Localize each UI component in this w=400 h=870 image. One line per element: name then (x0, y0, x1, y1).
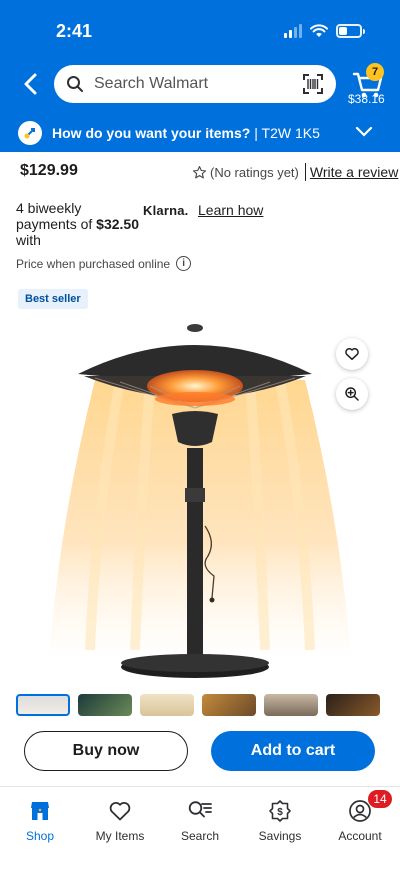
cart-count-badge: 7 (366, 63, 384, 81)
nav-savings[interactable]: $ Savings (240, 799, 320, 843)
search-placeholder: Search Walmart (94, 75, 209, 92)
nav-my-items[interactable]: My Items (80, 799, 160, 843)
thumbnail-5[interactable] (264, 694, 318, 716)
price-note: Price when purchased online i (16, 256, 192, 271)
status-bar: 2:41 (0, 0, 400, 52)
nav-search[interactable]: Search (160, 799, 240, 843)
info-icon[interactable]: i (176, 256, 192, 271)
star-outline-icon (192, 165, 207, 178)
heart-icon (109, 802, 131, 821)
bottom-nav: Shop My Items Search $ Savings Account (0, 786, 400, 870)
shop-icon (31, 802, 49, 820)
thumbnail-6[interactable] (326, 694, 380, 716)
delivery-prompt: How do you want your items? | T2W 1K5 (52, 125, 320, 141)
heart-icon (345, 348, 359, 361)
search-input[interactable]: Search Walmart (54, 65, 336, 103)
buy-now-button[interactable]: Buy now (24, 731, 188, 771)
rating-text: (No ratings yet) (210, 164, 299, 180)
delivery-icon (18, 121, 42, 145)
delivery-location: | T2W 1K5 (250, 125, 320, 141)
search-icon (67, 76, 83, 92)
nav-shop[interactable]: Shop (0, 799, 80, 843)
chevron-down-icon (355, 126, 373, 137)
product-image[interactable] (0, 320, 400, 690)
zoom-button[interactable] (336, 378, 368, 410)
account-notification-badge: 14 (368, 790, 392, 808)
svg-text:$: $ (277, 807, 283, 818)
klarna-amount: $32.50 (96, 216, 139, 232)
savings-tag-icon: $ (269, 800, 291, 822)
thumbnail-2[interactable] (78, 694, 132, 716)
cellular-signal-icon (284, 24, 302, 38)
favorite-button[interactable] (336, 338, 368, 370)
battery-icon (336, 24, 365, 38)
app-header: 2:41 Search Walmart 7 $38.16 How do you … (0, 0, 400, 152)
status-icons (284, 24, 365, 38)
status-time: 2:41 (56, 21, 93, 41)
product-price: $129.99 (20, 162, 78, 179)
image-thumbnails (16, 694, 380, 716)
barcode-scanner-icon[interactable] (302, 73, 324, 95)
patio-heater-image (50, 324, 350, 678)
add-to-cart-button[interactable]: Add to cart (211, 731, 375, 771)
wifi-icon (310, 24, 328, 37)
klarna-logo: Klarna. (143, 203, 189, 218)
zoom-in-icon (345, 387, 359, 401)
thumbnail-3[interactable] (140, 694, 194, 716)
rating-row: (No ratings yet) Write a review (192, 163, 398, 181)
klarna-payment-text: 4 biweekly payments of $32.50 with (16, 200, 139, 248)
cart-total: $38.16 (348, 92, 385, 106)
back-arrow-icon[interactable] (18, 70, 44, 98)
thumbnail-1[interactable] (16, 694, 70, 716)
divider (304, 163, 306, 181)
thumbnail-4[interactable] (202, 694, 256, 716)
write-review-link[interactable]: Write a review (310, 164, 398, 180)
delivery-selector[interactable]: How do you want your items? | T2W 1K5 (0, 114, 400, 152)
best-seller-badge: Best seller (18, 289, 88, 309)
search-list-icon (188, 801, 212, 818)
klarna-learn-how-link[interactable]: Learn how (198, 202, 263, 218)
